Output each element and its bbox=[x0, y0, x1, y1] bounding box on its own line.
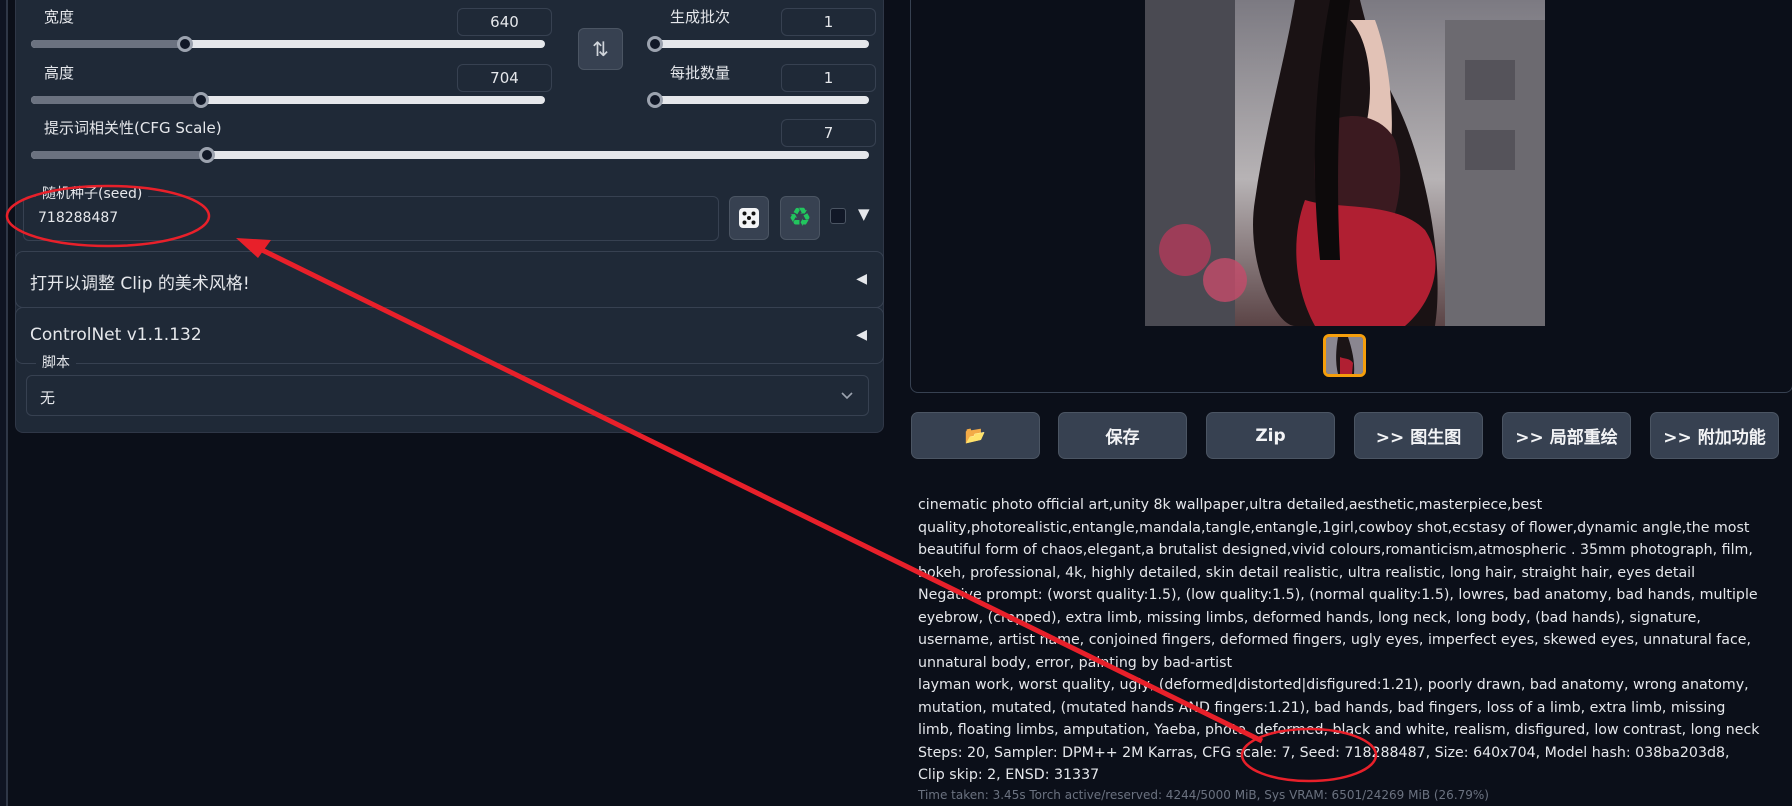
script-selected-value: 无 bbox=[40, 389, 56, 407]
seed-input-value[interactable]: 718288487 bbox=[38, 210, 118, 226]
height-number-input[interactable]: 704 bbox=[457, 64, 552, 92]
reuse-seed-button[interactable]: ♻ bbox=[780, 196, 820, 240]
send-to-inpaint-button[interactable]: >> 局部重绘 bbox=[1502, 412, 1631, 459]
send-to-img2img-button[interactable]: >> 图生图 bbox=[1354, 412, 1483, 459]
cfg-scale-slider[interactable] bbox=[31, 147, 869, 163]
clip-style-accordion-title: 打开以调整 Clip 的美术风格! bbox=[30, 274, 250, 294]
extra-seed-checkbox[interactable] bbox=[830, 208, 846, 224]
extra-seed-toggle-arrow[interactable]: ▼ bbox=[858, 205, 870, 223]
generated-image-art bbox=[1145, 0, 1545, 326]
send-to-extras-button[interactable]: >> 附加功能 bbox=[1650, 412, 1779, 459]
timing-info: Time taken: 3.45s Torch active/reserved:… bbox=[918, 788, 1489, 802]
cfg-scale-slider-thumb[interactable] bbox=[198, 147, 215, 163]
zip-button[interactable]: Zip bbox=[1206, 412, 1335, 459]
batch-size-slider-thumb[interactable] bbox=[647, 92, 663, 108]
generation-info: cinematic photo official art,unity 8k wa… bbox=[918, 494, 1760, 787]
batch-count-input[interactable]: 1 bbox=[781, 8, 876, 36]
width-label: 宽度 bbox=[38, 7, 81, 27]
save-button[interactable]: 保存 bbox=[1058, 412, 1187, 459]
batch-size-slider[interactable] bbox=[647, 92, 869, 108]
left-edge-bar bbox=[0, 0, 8, 806]
seed-label: 随机种子(seed) bbox=[36, 184, 149, 204]
negative-prompt-continued-text: layman work, worst quality, ugly, (defor… bbox=[918, 677, 1760, 738]
folder-icon: 📂 bbox=[964, 425, 987, 446]
negative-prompt-text: Negative prompt: (worst quality:1.5), (l… bbox=[918, 587, 1758, 671]
generation-params-text: Steps: 20, Sampler: DPM++ 2M Karras, CFG… bbox=[918, 744, 1730, 784]
width-number-input[interactable]: 640 bbox=[457, 8, 552, 36]
random-seed-button[interactable] bbox=[729, 196, 769, 240]
swap-dimensions-button[interactable]: ⇅ bbox=[578, 28, 623, 70]
batch-count-label: 生成批次 bbox=[664, 7, 737, 27]
width-slider[interactable] bbox=[31, 36, 545, 52]
thumbnail-art bbox=[1326, 337, 1363, 374]
swap-vertical-icon: ⇅ bbox=[592, 37, 609, 61]
clip-style-accordion[interactable]: 打开以调整 Clip 的美术风格! ◀ bbox=[15, 251, 884, 308]
height-label: 高度 bbox=[38, 63, 81, 83]
controlnet-accordion[interactable]: ControlNet v1.1.132 ◀ bbox=[15, 307, 884, 364]
recycle-icon: ♻ bbox=[788, 203, 812, 233]
batch-count-slider-thumb[interactable] bbox=[647, 36, 663, 52]
cfg-scale-label: 提示词相关性(CFG Scale) bbox=[38, 118, 228, 138]
height-slider-thumb[interactable] bbox=[192, 92, 209, 108]
script-select[interactable]: 无 bbox=[26, 375, 869, 416]
chevron-down-icon bbox=[841, 392, 853, 400]
generated-image[interactable] bbox=[1145, 0, 1545, 326]
dice-icon bbox=[739, 208, 759, 228]
cfg-scale-input[interactable]: 7 bbox=[781, 119, 876, 147]
batch-count-slider[interactable] bbox=[647, 36, 869, 52]
prompt-text: cinematic photo official art,unity 8k wa… bbox=[918, 497, 1753, 581]
collapse-arrow-icon: ◀ bbox=[856, 271, 867, 287]
height-slider[interactable] bbox=[31, 92, 545, 108]
gallery-thumbnail[interactable] bbox=[1323, 334, 1366, 377]
batch-size-input[interactable]: 1 bbox=[781, 64, 876, 92]
controlnet-accordion-title: ControlNet v1.1.132 bbox=[30, 325, 202, 345]
script-label: 脚本 bbox=[36, 353, 76, 373]
open-folder-button[interactable]: 📂 bbox=[911, 412, 1040, 459]
collapse-arrow-icon: ◀ bbox=[856, 327, 867, 343]
batch-size-label: 每批数量 bbox=[664, 63, 737, 83]
